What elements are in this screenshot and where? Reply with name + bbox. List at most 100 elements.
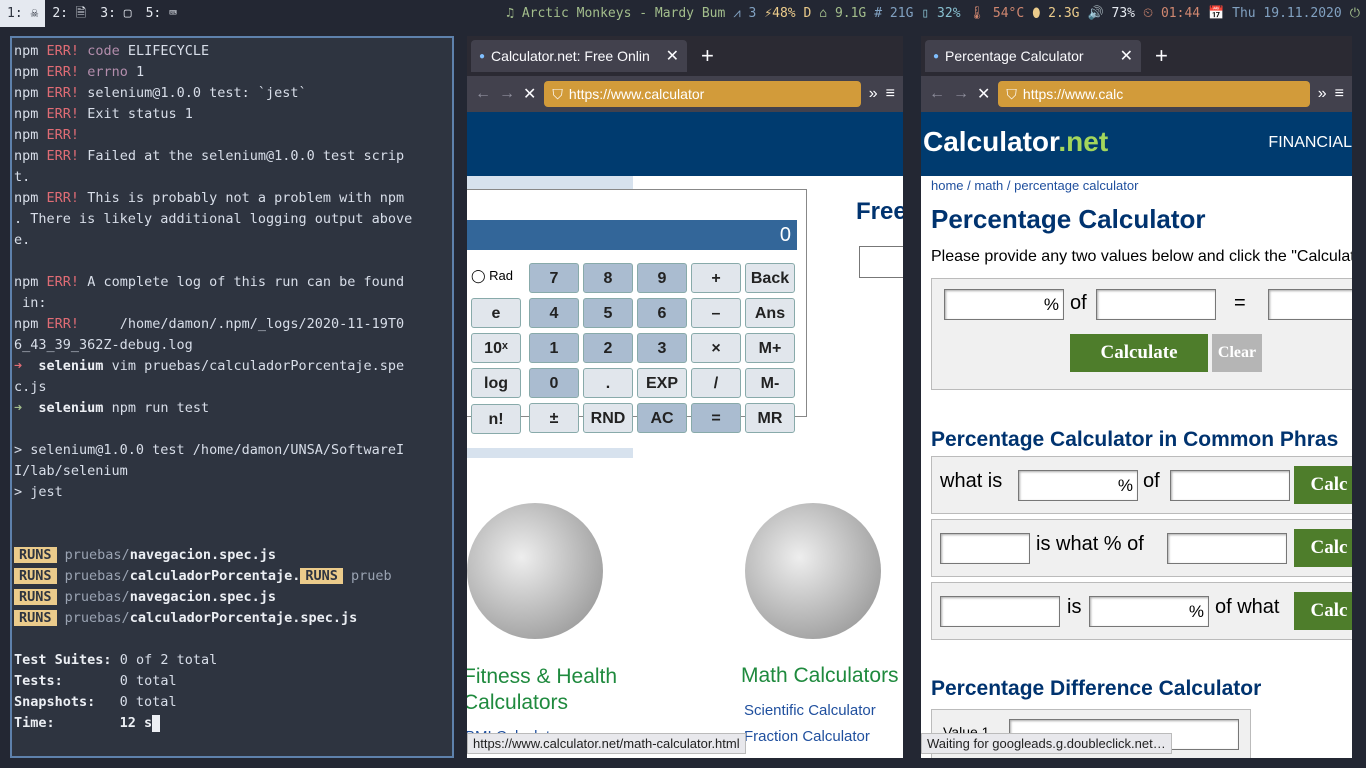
key-4[interactable]: 4 bbox=[529, 298, 579, 328]
forward-icon[interactable]: → bbox=[953, 85, 969, 103]
workspace-3[interactable]: 3: ▢ bbox=[93, 0, 138, 27]
phrase-of-what: of what bbox=[1215, 596, 1280, 618]
browser-window-percentage: ● Percentage Calculator ✕ + ← → ✕ ⛉ https://w… bbox=[921, 36, 1352, 758]
phrase1-percent-input[interactable]: % bbox=[1018, 470, 1138, 501]
phrase1-calculate-button[interactable]: Calc bbox=[1294, 466, 1352, 504]
key-10x[interactable]: 10ˣ bbox=[471, 333, 521, 363]
tab-percentage-calculator[interactable]: ● Percentage Calculator ✕ bbox=[925, 40, 1141, 72]
clear-button[interactable]: Clear bbox=[1212, 334, 1262, 372]
key-equals[interactable]: = bbox=[691, 403, 741, 433]
summary-line: Snapshots: 0 total bbox=[14, 694, 177, 710]
crumb-math[interactable]: math bbox=[974, 178, 1003, 193]
nav-financial[interactable]: FINANCIAL bbox=[1268, 134, 1352, 152]
phrase2-total-input[interactable] bbox=[1167, 533, 1287, 564]
math-heading[interactable]: Math Calculators bbox=[741, 664, 899, 688]
overflow-icon[interactable]: » bbox=[869, 85, 878, 103]
fraction-link[interactable]: Fraction Calculator bbox=[744, 728, 870, 745]
key-exp[interactable]: EXP bbox=[637, 368, 687, 398]
phrase1-value-input[interactable] bbox=[1170, 470, 1290, 501]
key-mr[interactable]: MR bbox=[745, 403, 795, 433]
key-ac[interactable]: AC bbox=[637, 403, 687, 433]
key-plusminus[interactable]: ± bbox=[529, 403, 579, 433]
key-2[interactable]: 2 bbox=[583, 333, 633, 363]
phrase3-value-input[interactable] bbox=[940, 596, 1060, 627]
key-rnd[interactable]: RND bbox=[583, 403, 633, 433]
key-ans[interactable]: Ans bbox=[745, 298, 795, 328]
result-input[interactable] bbox=[1268, 289, 1352, 320]
key-mminus[interactable]: M- bbox=[745, 368, 795, 398]
volume-level[interactable]: 🔊 73% bbox=[1088, 6, 1136, 21]
percent-input[interactable]: % bbox=[944, 289, 1064, 320]
decor-strip bbox=[467, 448, 633, 458]
intro-text: Please provide any two values below and … bbox=[931, 248, 1352, 265]
url-bar[interactable]: ⛉ https://www.calc bbox=[998, 81, 1310, 107]
key-factorial[interactable]: n! bbox=[471, 404, 521, 434]
key-3[interactable]: 3 bbox=[637, 333, 687, 363]
forward-icon[interactable]: → bbox=[499, 85, 515, 103]
key-5[interactable]: 5 bbox=[583, 298, 633, 328]
tab-bar: ● Percentage Calculator ✕ + bbox=[921, 36, 1352, 76]
terminal-line: 6_43_39_362Z-debug.log bbox=[14, 337, 193, 353]
phrase3-percent-input[interactable]: % bbox=[1089, 596, 1209, 627]
new-tab-icon[interactable]: + bbox=[1155, 43, 1168, 69]
math-image[interactable] bbox=[745, 503, 881, 639]
clock: ⏲ 01:44 bbox=[1143, 6, 1201, 21]
key-9[interactable]: 9 bbox=[637, 263, 687, 293]
calculate-button[interactable]: Calculate bbox=[1070, 334, 1208, 372]
power-icon[interactable]: ⏻ bbox=[1350, 6, 1360, 21]
workspace-1[interactable]: 1: ☠ bbox=[0, 0, 46, 27]
close-icon[interactable]: ✕ bbox=[1120, 46, 1133, 66]
back-icon[interactable]: ← bbox=[929, 85, 945, 103]
workspace-5[interactable]: 5: ⌨ bbox=[139, 0, 184, 27]
key-dot[interactable]: . bbox=[583, 368, 633, 398]
key-8[interactable]: 8 bbox=[583, 263, 633, 293]
rad-option[interactable]: ◯ Rad bbox=[471, 268, 513, 284]
scientific-link[interactable]: Scientific Calculator bbox=[744, 702, 876, 719]
key-7[interactable]: 7 bbox=[529, 263, 579, 293]
key-log[interactable]: log bbox=[471, 368, 521, 398]
menu-icon[interactable]: ≡ bbox=[1335, 85, 1344, 103]
summary-line: Test Suites: 0 of 2 total bbox=[14, 652, 218, 668]
stop-icon[interactable]: ✕ bbox=[523, 84, 536, 104]
key-multiply[interactable]: × bbox=[691, 333, 741, 363]
calculator-panel: 0 ◯ Rad e 10ˣ log n! 7 8 9 + Back 4 5 6 … bbox=[467, 189, 807, 434]
now-playing[interactable]: ♫ Arctic Monkeys - Mardy Bum bbox=[506, 6, 725, 21]
menu-icon[interactable]: ≡ bbox=[886, 85, 895, 103]
url-bar[interactable]: ⛉ https://www.calculator bbox=[544, 81, 861, 107]
phrase2-calculate-button[interactable]: Calc bbox=[1294, 529, 1352, 567]
fitness-image[interactable] bbox=[467, 503, 603, 639]
crumb-home[interactable]: home bbox=[931, 178, 964, 193]
site-logo[interactable]: Calculator.net bbox=[923, 126, 1108, 158]
close-icon[interactable]: ✕ bbox=[666, 46, 679, 66]
phrase2-value-input[interactable] bbox=[940, 533, 1030, 564]
new-tab-icon[interactable]: + bbox=[701, 43, 714, 69]
page-title: Percentage Calculator bbox=[931, 204, 1206, 234]
key-minus[interactable]: – bbox=[691, 298, 741, 328]
key-1[interactable]: 1 bbox=[529, 333, 579, 363]
key-plus[interactable]: + bbox=[691, 263, 741, 293]
nav-bar: ← → ✕ ⛉ https://www.calculator » ≡ bbox=[467, 76, 903, 112]
phrase3-calculate-button[interactable]: Calc bbox=[1294, 592, 1352, 630]
stop-icon[interactable]: ✕ bbox=[977, 84, 990, 104]
home-disk: ⌂ 9.1G bbox=[819, 6, 867, 21]
overflow-icon[interactable]: » bbox=[1318, 85, 1327, 103]
key-mplus[interactable]: M+ bbox=[745, 333, 795, 363]
key-6[interactable]: 6 bbox=[637, 298, 687, 328]
back-icon[interactable]: ← bbox=[475, 85, 491, 103]
workspace-2[interactable]: 2: 🗎 bbox=[45, 0, 93, 27]
key-0[interactable]: 0 bbox=[529, 368, 579, 398]
search-input[interactable] bbox=[859, 246, 903, 278]
value-input[interactable] bbox=[1096, 289, 1216, 320]
key-e[interactable]: e bbox=[471, 298, 521, 328]
phrase-what-is: what is bbox=[940, 470, 1003, 492]
key-back[interactable]: Back bbox=[745, 263, 795, 293]
crumb-percentage[interactable]: percentage calculator bbox=[1014, 178, 1138, 193]
terminal-window[interactable]: npm ERR! code ELIFECYCLE npm ERR! errno … bbox=[10, 36, 454, 758]
tab-dot-icon: ● bbox=[479, 50, 486, 62]
key-divide[interactable]: / bbox=[691, 368, 741, 398]
tab-calculator-net[interactable]: ● Calculator.net: Free Onlin ✕ bbox=[471, 40, 687, 72]
terminal-line: I/lab/selenium bbox=[14, 463, 128, 479]
fitness-heading[interactable]: Fitness & Health Calculators bbox=[467, 664, 617, 716]
